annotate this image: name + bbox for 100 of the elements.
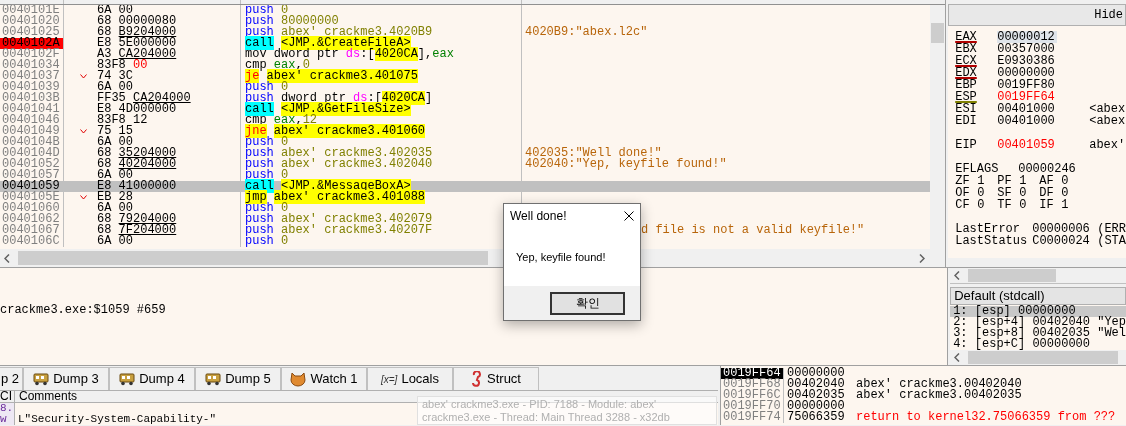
address-cell: 00401037	[0, 71, 64, 82]
flag-name: ZF	[955, 175, 971, 187]
status-name: LastStatus	[955, 235, 1029, 247]
code-row[interactable]: 00401049 75 15 jne abex' crackme3.401060	[0, 126, 931, 137]
tooltip-line: abex' crackme3.exe - PID: 7188 - Module: abex'	[422, 398, 657, 411]
bytes-cell: 6A 00	[97, 5, 133, 16]
flag-value[interactable]: 0	[977, 187, 998, 199]
stack-address[interactable]: 0019FF68	[721, 379, 783, 390]
register-name: ESI	[955, 102, 977, 116]
register-value[interactable]: 0019FF80	[997, 79, 1058, 91]
flag-value[interactable]: 0	[977, 199, 998, 211]
cat-icon	[290, 371, 307, 387]
code-row[interactable]: 0040104B 6A 00 push 0	[0, 137, 931, 148]
code-row[interactable]: 00401037 74 3C je abex' crackme3.401075	[0, 71, 931, 82]
bytes-cell: 6A 00	[97, 203, 133, 214]
flag-value[interactable]: 1	[1019, 175, 1040, 187]
tab[interactable]: Dump 4	[109, 367, 195, 390]
calling-convention-header: Default (stdcall)	[950, 286, 1126, 305]
register-value[interactable]: 00000012	[997, 31, 1058, 43]
tab[interactable]: Dump 5	[195, 367, 281, 390]
register-name: EAX	[955, 30, 977, 44]
truck-icon	[33, 372, 50, 386]
stack-address[interactable]: 0019FF74	[721, 412, 783, 423]
address-cell: 00401059	[0, 181, 64, 192]
address-cell: 0040106C	[0, 236, 64, 247]
flag-value[interactable]: 1	[1061, 199, 1082, 211]
bytes-cell: 68 00000080	[97, 16, 177, 27]
code-row[interactable]: 0040105E EB 28 jmp abex' crackme3.401088	[0, 192, 931, 203]
register-value[interactable]: 00401059	[997, 139, 1058, 151]
register-name: ECX	[955, 54, 977, 68]
code-row[interactable]: 00401059 E8 41000000 call <JMP.&MessageBoxA>	[0, 181, 931, 192]
bytes-cell: 68 79204000	[97, 214, 177, 225]
stack-value: 00000000	[783, 401, 853, 412]
stack-value: 75066359	[783, 412, 853, 423]
stack-address[interactable]: 0019FF6C	[721, 390, 783, 401]
variable-icon: [x=]	[381, 371, 398, 387]
flag-value[interactable]: 0	[1061, 187, 1082, 199]
tab[interactable]: Dump 3	[23, 367, 109, 390]
scroll-left-icon[interactable]	[954, 353, 961, 363]
ok-button[interactable]: 확인	[550, 291, 625, 315]
address-cell: 00401046	[0, 115, 64, 126]
comment-cell: 402040:"Yep, keyfile found!"	[525, 157, 727, 171]
tooltip-line: crackme3.exe - Thread: Main Thread 3288 - x32db	[422, 411, 670, 424]
register-value[interactable]: 00000246	[1018, 163, 1076, 175]
tab[interactable]: Watch 1	[281, 367, 367, 390]
register-note: abex'	[1089, 139, 1126, 151]
register-note: <abex	[1089, 115, 1126, 127]
flag-value[interactable]: 1	[977, 175, 998, 187]
code-row[interactable]: 00401052 68 40204000 push abex' crackme3.402040 402040:"Yep, keyfile found!"	[0, 159, 931, 170]
code-row[interactable]: 0040102A E8 5E000000 call <JMP.&CreateFileA>	[0, 38, 931, 49]
register-value[interactable]: 00401000	[997, 103, 1058, 115]
flag-name: DF	[1039, 187, 1055, 199]
register-value[interactable]: 0019FF64	[997, 91, 1058, 103]
code-row[interactable]: 0040101E 6A 00 push 0	[0, 5, 931, 16]
address-cell: 00401041	[0, 104, 64, 115]
vertical-scrollbar[interactable]	[930, 5, 946, 249]
tab[interactable]: Struct	[453, 367, 539, 390]
code-row[interactable]: 00401020 68 00000080 push 80000000	[0, 16, 931, 27]
bytes-cell: 68 35204000	[97, 148, 177, 159]
register-name: ESP	[955, 90, 977, 104]
bytes-cell: EB 28	[97, 192, 133, 203]
address-cell: 0040103B	[0, 93, 64, 104]
register-value[interactable]: E0930386	[997, 55, 1058, 67]
flag-value[interactable]: 0	[1061, 175, 1082, 187]
bytes-cell: 83F8 12	[97, 115, 148, 126]
address-cell: 00401060	[0, 203, 64, 214]
stack-comment: abex' crackme3.00402040	[855, 379, 1022, 390]
flag-name: SF	[997, 187, 1013, 199]
dialog-title: Well done!	[510, 208, 568, 225]
stack-address[interactable]: 0019FF70	[721, 401, 783, 412]
stack-value: 00000000	[783, 368, 853, 379]
dialog-message: Yep, keyfile found!	[516, 249, 606, 265]
tab[interactable]: p 2	[0, 367, 23, 390]
stack-comment: abex' crackme3.00402035	[855, 390, 1022, 401]
scroll-right-icon[interactable]	[919, 253, 926, 263]
register-value[interactable]: 00357000	[997, 43, 1058, 55]
hide-button[interactable]: Hide	[948, 4, 1126, 26]
scroll-left-icon[interactable]	[4, 253, 10, 263]
close-icon[interactable]	[624, 211, 634, 221]
address-cell: 00401067	[0, 225, 64, 236]
comment-cell-text: L"Security-System-Capability-"	[17, 414, 217, 425]
stack-address[interactable]: 0019FF64	[721, 368, 783, 379]
code-row[interactable]: 00401041 E8 4D000000 call <JMP.&GetFileSize>	[0, 104, 931, 115]
register-name: EBP	[955, 78, 977, 92]
flag-name: OF	[955, 187, 971, 199]
instruction-cell: push 0	[245, 234, 289, 248]
code-row[interactable]: 0040104D 68 35204000 push abex' crackme3.402035 402035:"Well done!"	[0, 148, 931, 159]
bytes-cell: 75 15	[97, 126, 133, 137]
register-value[interactable]: 00000000	[997, 67, 1058, 79]
status-value: 00000006	[1032, 223, 1091, 235]
call-stack-item[interactable]: 4: [esp+C] 00000000	[950, 338, 1126, 350]
flag-value[interactable]: 0	[1019, 199, 1040, 211]
bytes-cell: E8 5E000000	[97, 38, 177, 49]
tab[interactable]: [x=] Locals	[367, 367, 453, 390]
flag-value[interactable]: 0	[1019, 187, 1040, 199]
call-stack-item[interactable]: 1: [esp] 00000000	[950, 305, 1126, 317]
scroll-left-icon[interactable]	[954, 270, 961, 280]
register-name: EDI	[955, 114, 977, 128]
horizontal-scrollbar[interactable]	[950, 268, 1126, 284]
register-value[interactable]: 00401000	[997, 115, 1058, 127]
